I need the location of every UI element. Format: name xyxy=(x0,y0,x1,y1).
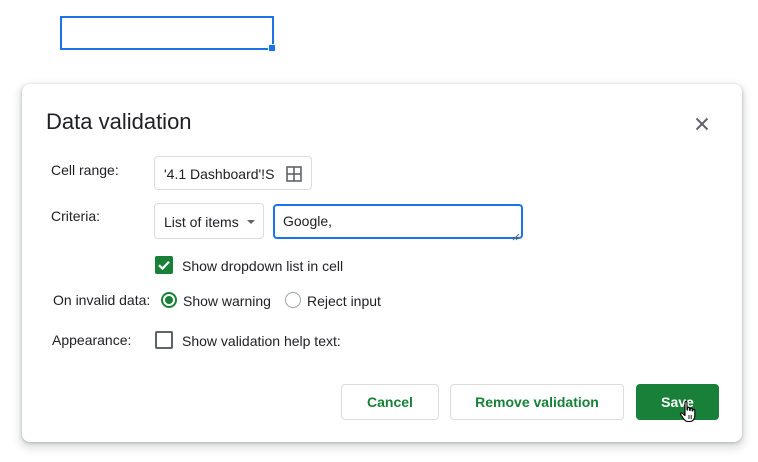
show-dropdown-label: Show dropdown list in cell xyxy=(182,258,344,274)
criteria-dropdown[interactable]: List of items xyxy=(154,203,264,239)
reject-input-label: Reject input xyxy=(307,293,381,309)
data-validation-dialog: Data validation Cell range: '4.1 Dashboa… xyxy=(22,84,742,442)
selected-cell[interactable] xyxy=(60,16,276,52)
criteria-selected-value: List of items xyxy=(164,214,239,230)
dialog-title: Data validation xyxy=(46,109,192,134)
grid-select-icon[interactable] xyxy=(286,166,302,182)
hand-pointer-icon xyxy=(679,400,699,424)
cancel-button[interactable]: Cancel xyxy=(341,384,439,420)
close-icon[interactable] xyxy=(690,112,714,136)
show-dropdown-checkbox[interactable] xyxy=(155,256,173,274)
show-warning-radio[interactable] xyxy=(161,292,177,308)
appearance-label: Appearance: xyxy=(52,332,132,348)
criteria-label: Criteria: xyxy=(51,208,101,224)
checkmark-icon xyxy=(158,261,170,271)
help-text-label: Show validation help text: xyxy=(182,333,341,349)
list-items-value: Google, xyxy=(283,213,333,229)
reject-input-radio[interactable] xyxy=(285,292,301,308)
resize-handle-icon[interactable] xyxy=(512,228,520,241)
list-items-input[interactable]: Google, xyxy=(273,204,523,241)
help-text-checkbox[interactable] xyxy=(155,331,173,349)
cell-range-label: Cell range: xyxy=(51,162,119,178)
show-warning-label: Show warning xyxy=(183,293,271,309)
cell-range-input[interactable]: '4.1 Dashboard'!S xyxy=(154,156,312,190)
cell-range-value: '4.1 Dashboard'!S xyxy=(164,166,274,182)
invalid-data-label: On invalid data: xyxy=(53,292,151,308)
remove-validation-button[interactable]: Remove validation xyxy=(450,384,624,420)
fill-handle[interactable] xyxy=(268,44,276,52)
chevron-down-icon xyxy=(247,220,255,224)
save-button[interactable]: Save xyxy=(636,384,719,420)
